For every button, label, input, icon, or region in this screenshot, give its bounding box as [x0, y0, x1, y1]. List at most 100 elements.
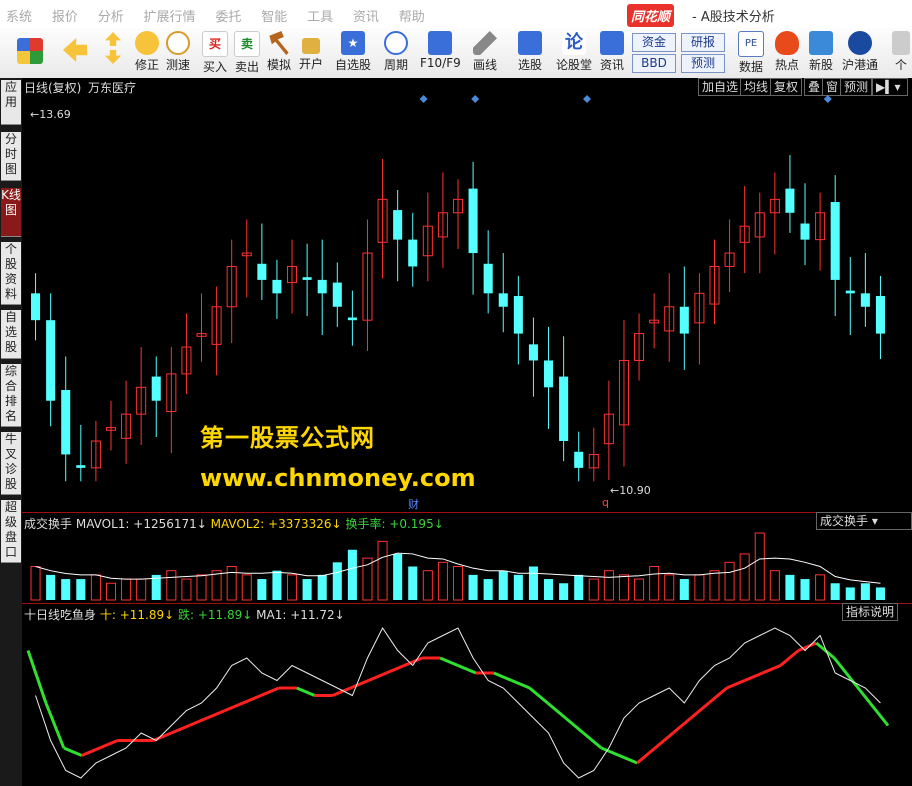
- tab-timeshare[interactable]: 分时图: [1, 132, 21, 181]
- back-button[interactable]: [58, 28, 92, 76]
- volume-indicator-select[interactable]: 成交换手 ▾: [816, 512, 912, 530]
- refresh-icon: [135, 31, 159, 55]
- indicator-fish-segment: [654, 731, 674, 750]
- volume-bar-down: [61, 579, 71, 600]
- volume-bar-up: [754, 532, 765, 601]
- toolbar: 修正 测速 买 买入 卖 卖出 模拟 开户 ★ 自选股 周期 F10/F9 画线…: [0, 28, 912, 79]
- volume-bar-down: [257, 579, 267, 600]
- menu-extended[interactable]: 扩展行情: [144, 6, 196, 25]
- volume-bar-up: [105, 582, 117, 601]
- fix-button[interactable]: 修正: [132, 28, 162, 76]
- bbd-button[interactable]: BBD: [632, 54, 676, 73]
- volume-bar-down: [513, 574, 523, 600]
- hotspot-button[interactable]: 热点: [772, 28, 802, 76]
- news-button[interactable]: 资讯: [597, 28, 627, 76]
- data-button[interactable]: PE 数据: [736, 28, 766, 76]
- tab-kline[interactable]: K线图: [1, 188, 21, 237]
- open-account-label: 开户: [298, 57, 323, 71]
- buy-button[interactable]: 买 买入: [200, 28, 230, 76]
- tab-ranking[interactable]: 综合排名: [1, 364, 21, 427]
- price-low-value: 10.90: [619, 484, 651, 497]
- layout-button[interactable]: [12, 28, 48, 76]
- candle-body-down: [151, 376, 161, 401]
- indicator-fish-segment: [689, 701, 710, 720]
- news-icon: [600, 31, 624, 55]
- candle-body-down: [61, 389, 71, 455]
- speed-button[interactable]: 测速: [163, 28, 193, 76]
- candle-body-down: [302, 277, 312, 280]
- candle-body-down: [31, 293, 41, 321]
- hammer-icon: [269, 31, 289, 55]
- volume-bar-down: [483, 579, 493, 600]
- tab-diagnosis[interactable]: 牛叉诊股: [1, 432, 21, 495]
- candle-body-down: [393, 210, 403, 240]
- mavol1-value: MAVOL1: +1256171↓: [75, 517, 207, 531]
- hk-connect-label: 沪港通: [841, 58, 878, 72]
- ipo-button[interactable]: 新股: [806, 28, 836, 76]
- news-label: 资讯: [599, 58, 624, 72]
- indicator-fish-segment: [511, 679, 531, 690]
- hotspot-label: 热点: [774, 58, 799, 72]
- volume-bar-down: [302, 579, 312, 600]
- signal-diamond-icon: [471, 95, 480, 103]
- forecast-button[interactable]: 预测: [681, 54, 725, 73]
- indicator-price-line: [35, 627, 881, 779]
- up-down-buttons[interactable]: [100, 28, 126, 76]
- open-account-button[interactable]: 开户: [296, 28, 326, 76]
- tab-watchlist[interactable]: 自选股: [1, 310, 21, 359]
- indicator-fish-segment: [493, 671, 513, 682]
- tab-super-orderbook[interactable]: 超级盘口: [1, 500, 21, 563]
- volume-bar-down: [574, 574, 584, 600]
- screen-icon: [518, 31, 542, 55]
- menu-analysis[interactable]: 分析: [98, 6, 124, 25]
- hk-connect-button[interactable]: 沪港通: [840, 28, 880, 76]
- sell-icon: 卖: [234, 31, 260, 57]
- turnover-value: 换手率: +0.195↓: [345, 517, 444, 531]
- fix-label: 修正: [134, 58, 159, 72]
- indicator-help-button[interactable]: 指标说明: [842, 603, 899, 621]
- tab-apps[interactable]: 应用: [1, 80, 21, 125]
- menu-quote[interactable]: 报价: [52, 6, 78, 25]
- indicator-divider: [22, 603, 912, 604]
- research-button[interactable]: 研报: [681, 33, 725, 52]
- volume-bar-up: [166, 570, 177, 601]
- funds-button[interactable]: 资金: [632, 33, 676, 52]
- volume-bar-up: [769, 570, 780, 601]
- volume-bar-down: [559, 583, 569, 600]
- candle-body-down: [528, 344, 538, 361]
- arrow-down-icon: [105, 50, 121, 64]
- volume-bar-down: [347, 549, 357, 600]
- menu-order[interactable]: 委托: [215, 6, 241, 25]
- menu-help[interactable]: 帮助: [399, 6, 425, 25]
- menu-smart[interactable]: 智能: [261, 6, 287, 25]
- tab-ranking-label: 综合排名: [4, 364, 17, 423]
- indicator-fish-segment: [63, 746, 83, 757]
- signal-diamond-icon: [419, 95, 428, 103]
- grid-icon: [17, 38, 43, 64]
- stock-pick-button[interactable]: 选股: [512, 28, 548, 76]
- forum-button[interactable]: 论 论股堂: [555, 28, 593, 76]
- indicator-fish-segment: [260, 686, 280, 697]
- sell-button[interactable]: 卖 卖出: [232, 28, 262, 76]
- tab-diagnosis-label: 牛叉诊股: [4, 432, 17, 491]
- volume-bar-up: [603, 570, 614, 601]
- kline-chart: [26, 95, 890, 779]
- draw-button[interactable]: 画线: [468, 28, 502, 76]
- indicator-fish-segment: [188, 716, 208, 727]
- price-high-label: ←13.69: [30, 108, 71, 121]
- more-button[interactable]: 个: [890, 28, 912, 76]
- f10-button[interactable]: F10/F9: [420, 28, 461, 76]
- period-button[interactable]: 周期: [378, 28, 414, 76]
- tab-stock-info[interactable]: 个股资料: [1, 242, 21, 305]
- tab-super-orderbook-label: 超级盘口: [4, 500, 17, 559]
- data-label: 数据: [738, 60, 763, 74]
- period-icon: [384, 31, 408, 55]
- brand-logo: 同花顺: [627, 4, 675, 27]
- menu-tools[interactable]: 工具: [307, 6, 333, 25]
- candle-body-down: [679, 306, 689, 334]
- menu-system[interactable]: 系统: [6, 6, 32, 25]
- simulate-button[interactable]: 模拟: [264, 28, 294, 76]
- menu-news[interactable]: 资讯: [353, 6, 379, 25]
- watchlist-button[interactable]: ★ 自选股: [333, 28, 373, 76]
- volume-bar-up: [649, 566, 660, 601]
